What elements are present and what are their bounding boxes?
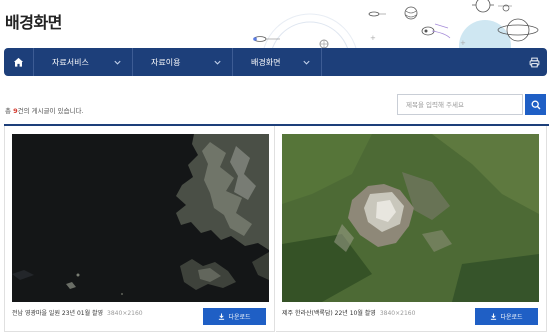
svg-text:+: + <box>370 34 376 42</box>
nav-item-label: 자료서비스 <box>52 57 89 67</box>
wallpaper-thumbnail[interactable] <box>282 134 539 302</box>
main-nav-bar: 자료서비스 자료이용 배경화면 <box>4 48 547 76</box>
chevron-down-icon <box>114 60 121 65</box>
post-count-prefix: 총 <box>5 107 11 115</box>
space-decoration-illustration: + + <box>253 0 539 50</box>
chevron-down-icon <box>303 60 310 65</box>
download-label: 다운로드 <box>228 314 251 321</box>
nav-item-data-service[interactable]: 자료서비스 <box>34 48 133 76</box>
wallpaper-title: 전남 영광마을 일원 23년 01월 촬영 <box>12 310 104 317</box>
nav-item-label: 자료이용 <box>151 57 181 67</box>
wallpaper-caption: 제주 한라산(백록담) 22년 10월 촬영 3840×2160 <box>282 308 415 317</box>
search-button[interactable] <box>525 94 546 115</box>
print-button[interactable] <box>521 48 547 76</box>
download-button[interactable]: 다운로드 <box>203 308 266 325</box>
aerial-photo-coast <box>12 134 269 302</box>
wallpaper-title: 제주 한라산(백록담) 22년 10월 촬영 <box>282 310 376 317</box>
wallpaper-thumbnail[interactable] <box>12 134 269 302</box>
home-button[interactable] <box>4 48 34 76</box>
nav-item-label: 배경화면 <box>251 57 281 67</box>
wallpaper-resolution: 3840×2160 <box>107 310 143 317</box>
home-icon <box>13 57 24 67</box>
svg-text:+: + <box>460 39 466 47</box>
wallpaper-resolution: 3840×2160 <box>379 310 416 317</box>
download-button[interactable]: 다운로드 <box>475 308 538 325</box>
download-icon <box>219 313 225 320</box>
wallpaper-card: 전남 영광마을 일원 23년 01월 촬영 3840×2160 다운로드 <box>4 126 275 332</box>
nav-item-wallpaper[interactable]: 배경화면 <box>233 48 322 76</box>
post-count: 총 9건의 게시글이 있습니다. <box>5 105 84 115</box>
aerial-photo-mountain <box>282 134 539 302</box>
search-icon <box>531 100 540 109</box>
print-icon <box>529 57 539 67</box>
page-header: 배경화면 + + <box>0 0 553 50</box>
download-icon <box>491 313 497 320</box>
search-input[interactable] <box>397 94 523 115</box>
chevron-down-icon <box>214 60 221 65</box>
wallpaper-card: 제주 한라산(백록담) 22년 10월 촬영 3840×2160 다운로드 <box>276 126 547 332</box>
post-count-suffix: 건의 게시글이 있습니다. <box>17 107 84 115</box>
wallpaper-caption: 전남 영광마을 일원 23년 01월 촬영 3840×2160 <box>12 308 143 317</box>
download-label: 다운로드 <box>500 314 523 321</box>
page-title: 배경화면 <box>5 13 62 32</box>
nav-item-data-usage[interactable]: 자료이용 <box>133 48 233 76</box>
wallpaper-gallery: 전남 영광마을 일원 23년 01월 촬영 3840×2160 다운로드 제주 … <box>4 124 549 332</box>
